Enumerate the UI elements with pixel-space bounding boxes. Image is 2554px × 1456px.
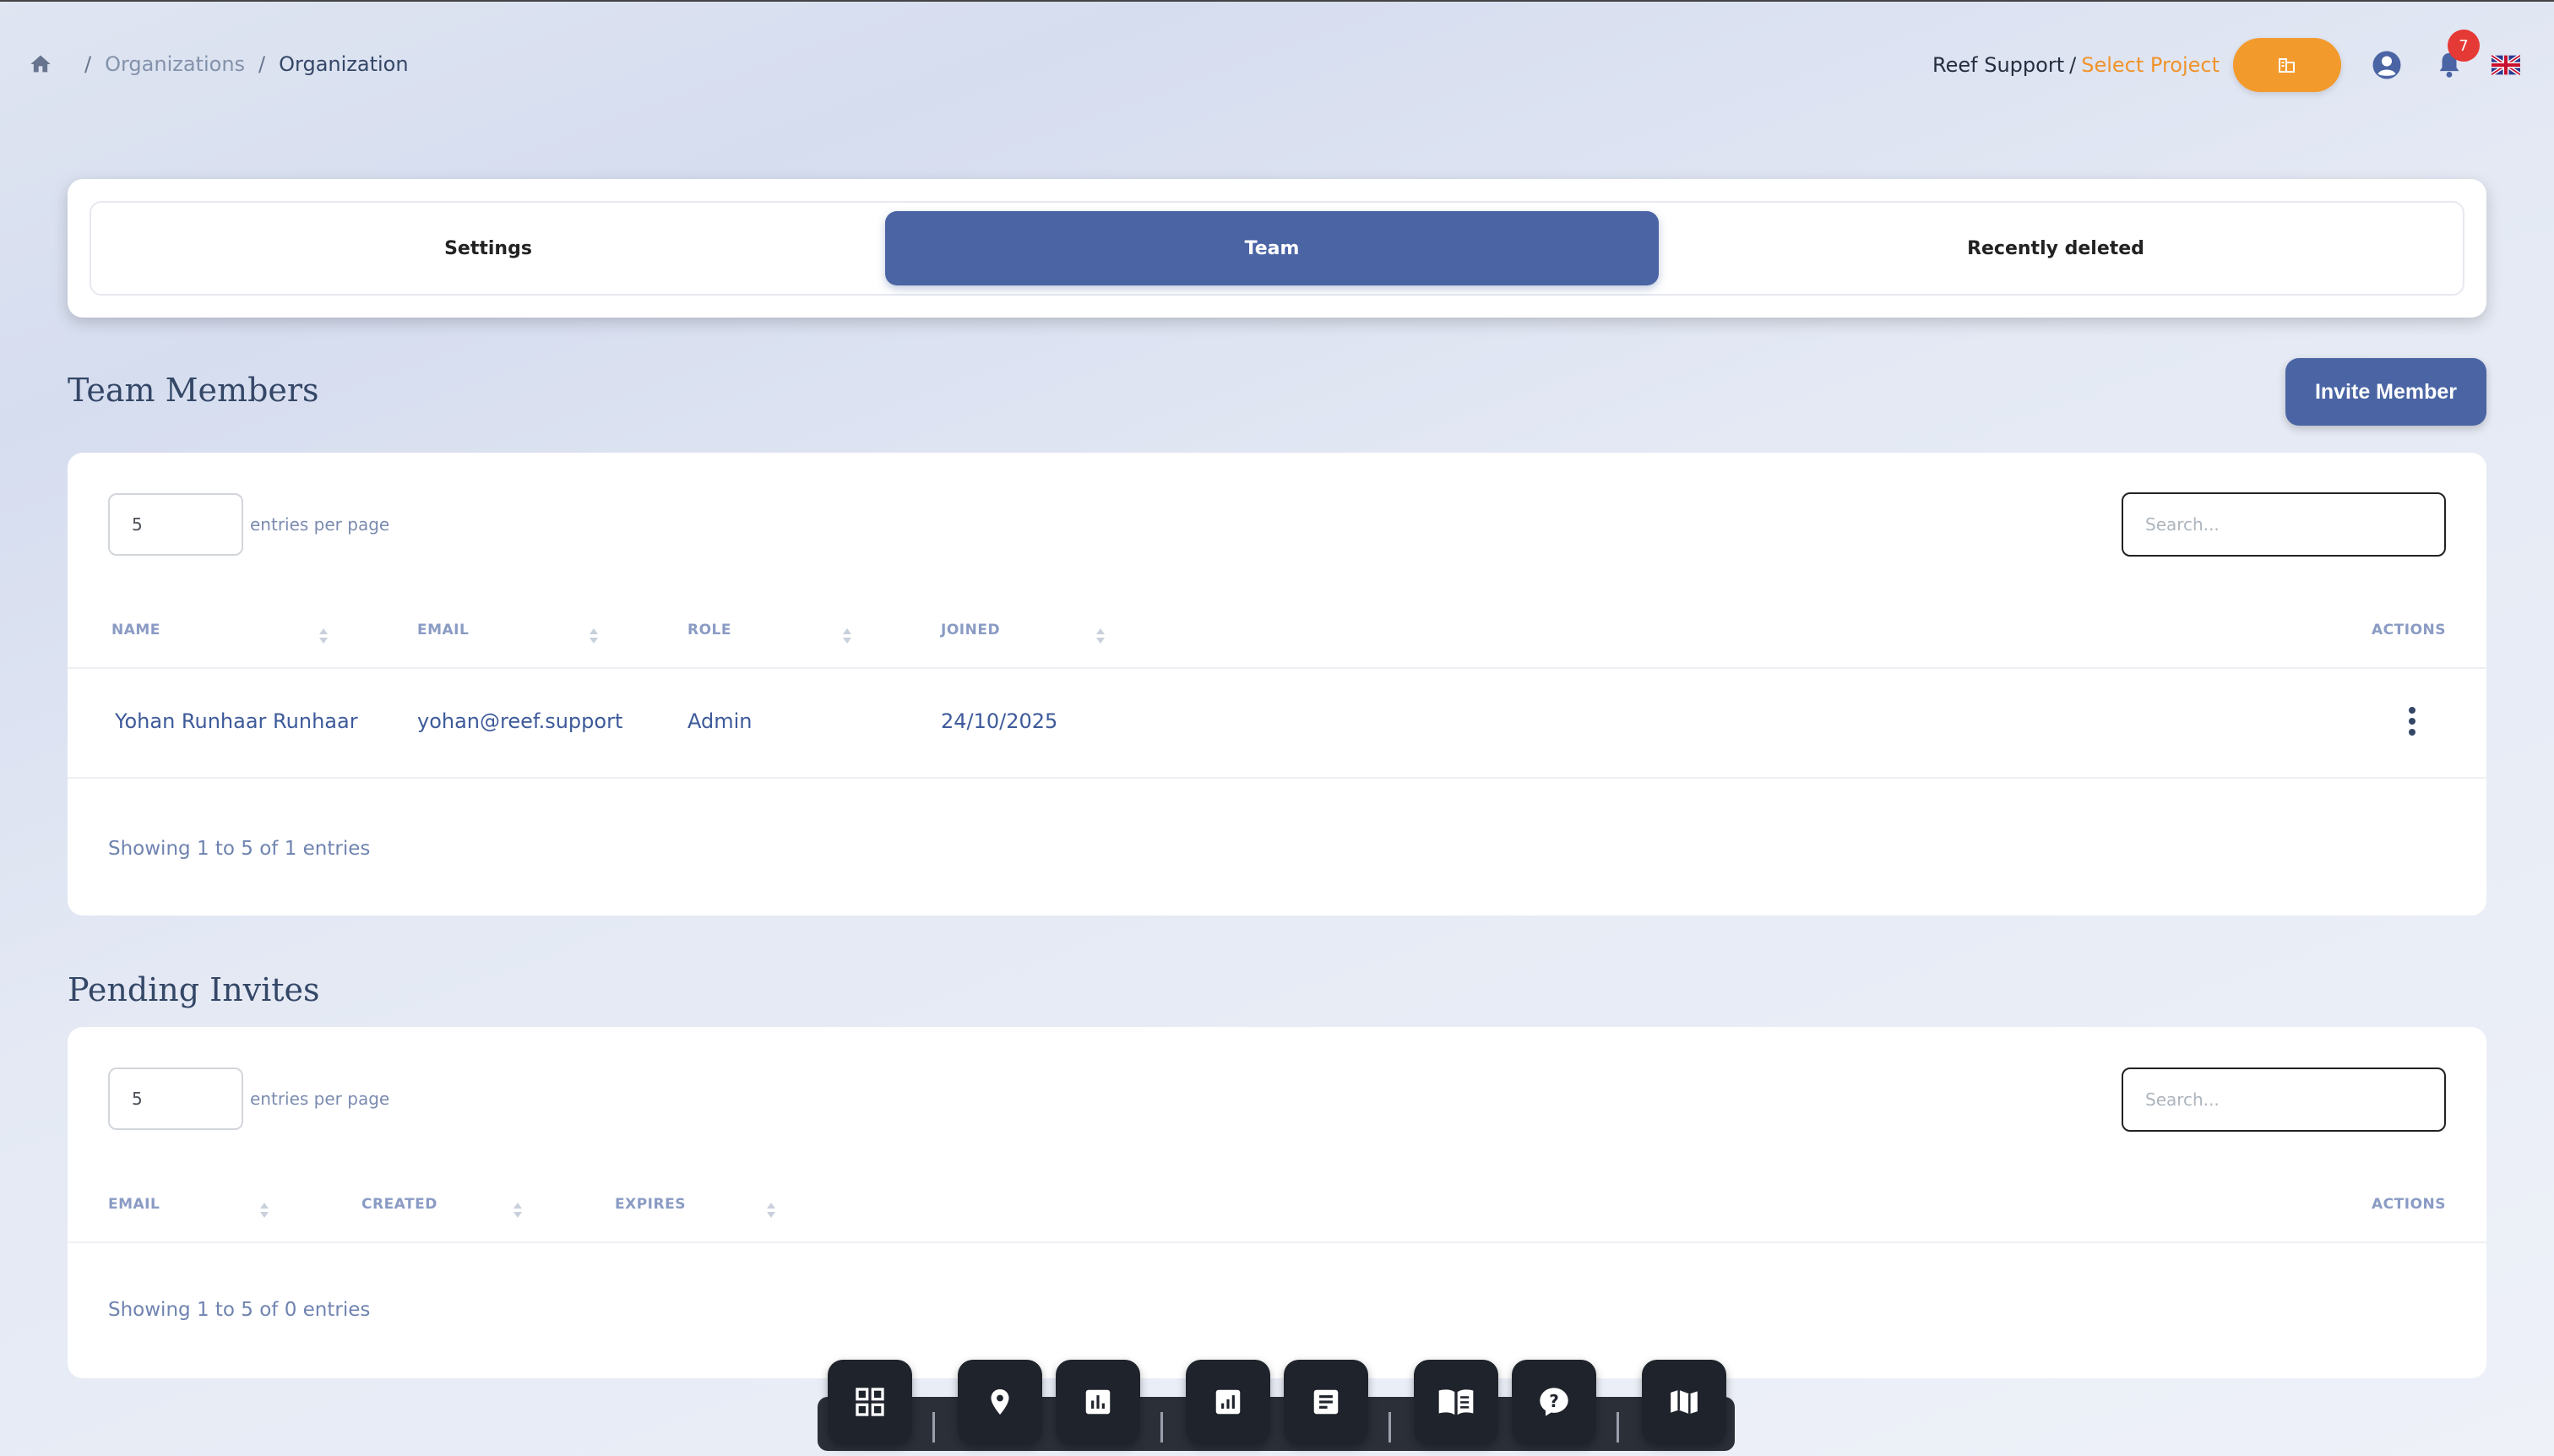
entries-per-page-label: entries per page [250,1089,390,1109]
breadcrumb-separator: / [258,52,266,76]
book-icon [1438,1389,1474,1415]
top-right-controls: Reef Support / Select Project 7 [1932,30,2520,93]
map-icon [1671,1389,1698,1415]
top-bar: / Organizations / Organization Reef Supp… [0,2,2554,128]
bar-chart-icon [1085,1389,1111,1415]
tab-team[interactable]: Team [885,211,1659,285]
breadcrumb-organizations[interactable]: Organizations [105,52,245,76]
bottom-dock [818,1397,1735,1451]
member-name: Yohan Runhaar Runhaar [115,709,358,733]
sort-icon[interactable] [512,1201,524,1220]
notifications-button[interactable]: 7 [2432,30,2480,82]
table-divider [68,1241,2486,1243]
location-pin-icon [991,1389,1009,1415]
sort-icon[interactable] [588,627,600,645]
account-button[interactable] [2370,48,2404,82]
column-header-created[interactable]: CREATED [361,1196,437,1213]
pagination-info: Showing 1 to 5 of 0 entries [108,1299,371,1321]
column-header-name[interactable]: NAME [111,622,160,638]
select-project-link[interactable]: Select Project [2081,53,2220,77]
sort-icon[interactable] [765,1201,777,1220]
pending-invites-title: Pending Invites [68,971,320,1008]
table-divider [68,667,2486,669]
column-header-actions: ACTIONS [2372,622,2446,638]
entries-per-page: entries per page [108,493,389,556]
organization-switch-button[interactable] [2233,38,2341,92]
entries-per-page-select[interactable] [108,493,243,556]
sort-icon[interactable] [1095,627,1106,645]
home-icon[interactable] [29,52,52,76]
document-icon [1313,1389,1339,1415]
tab-settings[interactable]: Settings [101,211,875,285]
analytics-icon [1215,1389,1241,1415]
column-header-actions: ACTIONS [2372,1196,2446,1213]
dock-map-button[interactable] [1642,1360,1726,1444]
member-role: Admin [687,709,753,733]
svg-text:?: ? [1549,1391,1559,1411]
dock-statistics-button[interactable] [1056,1360,1140,1444]
sort-icon[interactable] [841,627,853,645]
dock-analytics-button[interactable] [1186,1360,1270,1444]
building-icon [2279,58,2295,73]
dock-dashboard-button[interactable] [828,1360,912,1444]
breadcrumb-separator: / [84,52,92,76]
column-header-email[interactable]: EMAIL [417,622,469,638]
dock-separator [1160,1412,1163,1442]
dock-help-button[interactable]: ? [1512,1360,1596,1444]
breadcrumb-organization: Organization [279,52,409,76]
tab-bar: Settings Team Recently deleted [90,201,2464,296]
help-icon: ? [1540,1388,1568,1416]
dock-locations-button[interactable] [958,1360,1042,1444]
member-email: yohan@reef.support [417,709,623,733]
column-header-expires[interactable]: EXPIRES [615,1196,686,1213]
context-separator: / [2069,53,2077,77]
pagination-info: Showing 1 to 5 of 1 entries [108,838,371,860]
column-header-joined[interactable]: JOINED [941,622,1000,638]
uk-flag-icon[interactable] [2492,55,2520,75]
team-search-input[interactable] [2122,492,2446,557]
user-circle-icon [2372,51,2401,79]
team-members-card: entries per page NAME EMAIL ROLE JOINED … [68,453,2486,915]
table-divider [68,777,2486,779]
tab-recently-deleted[interactable]: Recently deleted [1669,211,2443,285]
tabs-card: Settings Team Recently deleted [68,179,2486,318]
more-options-icon[interactable] [2407,706,2417,736]
organization-name: Reef Support [1932,53,2065,77]
pending-invites-card: entries per page EMAIL CREATED EXPIRES A… [68,1027,2486,1378]
member-joined: 24/10/2025 [941,709,1058,733]
breadcrumb: / Organizations / Organization [29,52,409,76]
dock-guide-button[interactable] [1414,1360,1498,1444]
sort-icon[interactable] [258,1201,270,1220]
notification-badge: 7 [2448,30,2480,62]
dock-separator [1388,1412,1391,1442]
sort-icon[interactable] [318,627,329,645]
entries-per-page-select[interactable] [108,1068,243,1130]
invites-search-input[interactable] [2122,1068,2446,1132]
entries-per-page-label: entries per page [250,514,390,535]
column-header-email[interactable]: EMAIL [108,1196,160,1213]
column-header-role[interactable]: ROLE [687,622,731,638]
dock-reports-button[interactable] [1284,1360,1368,1444]
entries-per-page: entries per page [108,1068,389,1130]
invite-member-button[interactable]: Invite Member [2285,358,2486,426]
dashboard-icon [856,1388,884,1416]
dock-separator [1617,1412,1619,1442]
team-members-title: Team Members [68,372,319,409]
dock-separator [932,1412,935,1442]
